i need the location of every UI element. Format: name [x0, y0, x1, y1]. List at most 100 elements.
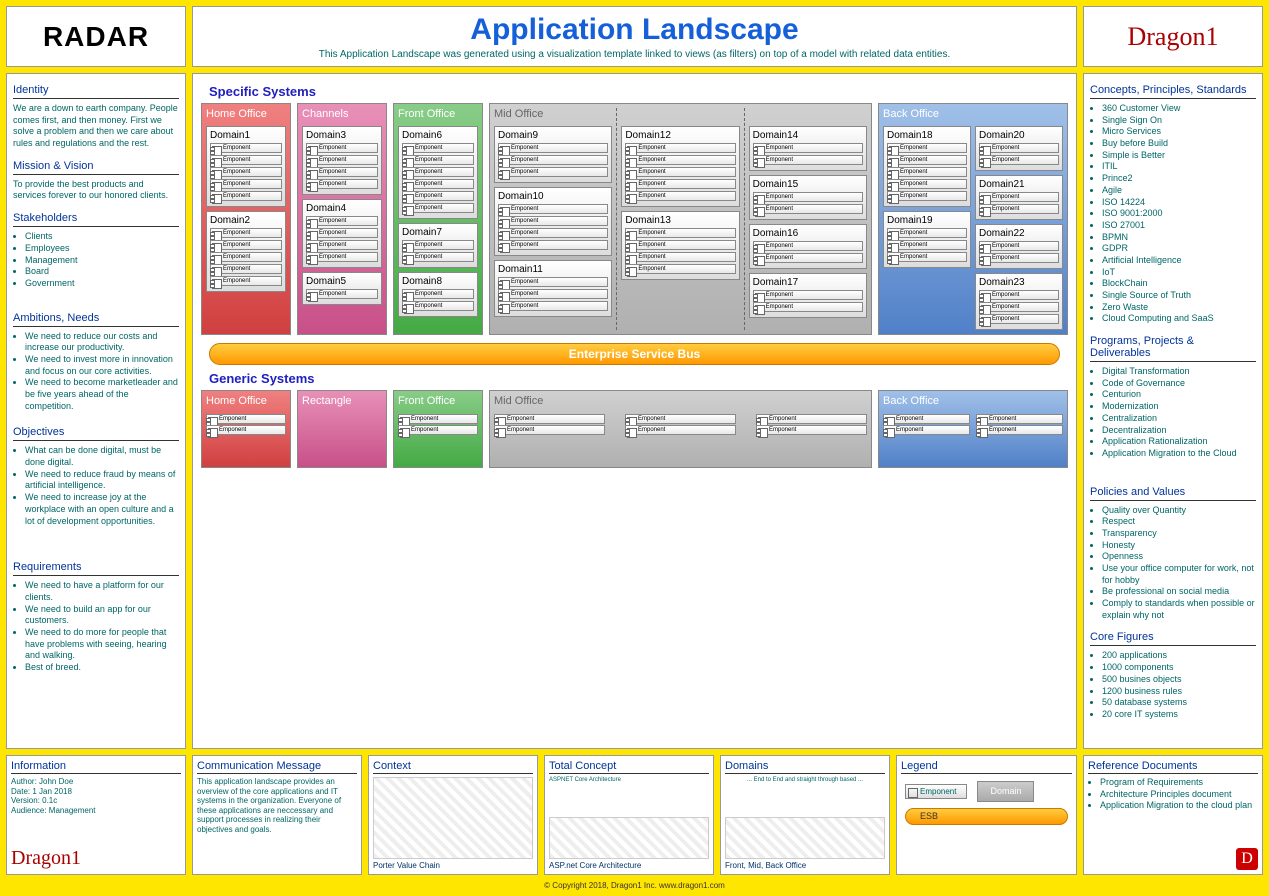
component[interactable]: Emponent: [206, 414, 286, 424]
component[interactable]: Emponent: [210, 191, 282, 201]
component[interactable]: Emponent: [402, 167, 474, 177]
component[interactable]: Emponent: [979, 302, 1059, 312]
component[interactable]: Emponent: [306, 228, 378, 238]
component[interactable]: Emponent: [498, 240, 608, 250]
component[interactable]: Emponent: [498, 143, 608, 153]
component[interactable]: Emponent: [883, 414, 970, 424]
domain14[interactable]: Domain14EmponentEmponent: [749, 126, 867, 171]
component[interactable]: Emponent: [402, 240, 474, 250]
component[interactable]: Emponent: [979, 290, 1059, 300]
component[interactable]: Emponent: [625, 191, 735, 201]
component[interactable]: Emponent: [625, 264, 735, 274]
component[interactable]: Emponent: [979, 204, 1059, 214]
domain15[interactable]: Domain15EmponentEmponent: [749, 175, 867, 220]
component[interactable]: Emponent: [206, 425, 286, 435]
domain8[interactable]: Domain8EmponentEmponent: [398, 272, 478, 317]
component[interactable]: Emponent: [402, 143, 474, 153]
component[interactable]: Emponent: [398, 425, 478, 435]
domain23[interactable]: Domain23EmponentEmponentEmponent: [975, 273, 1063, 330]
component[interactable]: Emponent: [210, 179, 282, 189]
component[interactable]: Emponent: [402, 191, 474, 201]
component[interactable]: Emponent: [498, 155, 608, 165]
component[interactable]: Emponent: [753, 143, 863, 153]
component[interactable]: Emponent: [210, 252, 282, 262]
component[interactable]: Emponent: [498, 301, 608, 311]
component[interactable]: Emponent: [753, 155, 863, 165]
component[interactable]: Emponent: [625, 414, 736, 424]
enterprise-service-bus[interactable]: Enterprise Service Bus: [209, 343, 1060, 365]
component[interactable]: Emponent: [498, 277, 608, 287]
component[interactable]: Emponent: [306, 155, 378, 165]
component[interactable]: Emponent: [979, 314, 1059, 324]
component[interactable]: Emponent: [625, 167, 735, 177]
component[interactable]: Emponent: [402, 289, 474, 299]
domain17[interactable]: Domain17EmponentEmponent: [749, 273, 867, 318]
component[interactable]: Emponent: [306, 179, 378, 189]
component[interactable]: Emponent: [753, 204, 863, 214]
component[interactable]: Emponent: [753, 253, 863, 263]
component[interactable]: Emponent: [210, 143, 282, 153]
component[interactable]: Emponent: [976, 425, 1063, 435]
component[interactable]: Emponent: [498, 167, 608, 177]
component[interactable]: Emponent: [306, 252, 378, 262]
component[interactable]: Emponent: [753, 241, 863, 251]
component[interactable]: Emponent: [210, 240, 282, 250]
component[interactable]: Emponent: [979, 241, 1059, 251]
domain5[interactable]: Domain5Emponent: [302, 272, 382, 305]
component[interactable]: Emponent: [756, 414, 867, 424]
component[interactable]: Emponent: [887, 143, 967, 153]
component[interactable]: Emponent: [498, 228, 608, 238]
component[interactable]: Emponent: [398, 414, 478, 424]
domain19[interactable]: Domain19EmponentEmponentEmponent: [883, 211, 971, 268]
component[interactable]: Emponent: [306, 240, 378, 250]
domain12[interactable]: Domain12EmponentEmponentEmponentEmponent…: [621, 126, 739, 207]
component[interactable]: Emponent: [625, 252, 735, 262]
component[interactable]: Emponent: [887, 228, 967, 238]
component[interactable]: Emponent: [887, 179, 967, 189]
component[interactable]: Emponent: [306, 289, 378, 299]
component[interactable]: Emponent: [625, 425, 736, 435]
component[interactable]: Emponent: [498, 216, 608, 226]
component[interactable]: Emponent: [887, 191, 967, 201]
component[interactable]: Emponent: [883, 425, 970, 435]
domain18[interactable]: Domain18EmponentEmponentEmponentEmponent…: [883, 126, 971, 207]
domain3[interactable]: Domain3EmponentEmponentEmponentEmponent: [302, 126, 382, 195]
component[interactable]: Emponent: [976, 414, 1063, 424]
component[interactable]: Emponent: [210, 155, 282, 165]
component[interactable]: Emponent: [887, 155, 967, 165]
component[interactable]: Emponent: [625, 228, 735, 238]
component[interactable]: Emponent: [402, 179, 474, 189]
component[interactable]: Emponent: [210, 228, 282, 238]
component[interactable]: Emponent: [887, 167, 967, 177]
component[interactable]: Emponent: [402, 252, 474, 262]
component[interactable]: Emponent: [498, 204, 608, 214]
domain10[interactable]: Domain10EmponentEmponentEmponentEmponent: [494, 187, 612, 256]
domain11[interactable]: Domain11EmponentEmponentEmponent: [494, 260, 612, 317]
component[interactable]: Emponent: [979, 155, 1059, 165]
component[interactable]: Emponent: [753, 302, 863, 312]
component[interactable]: Emponent: [306, 216, 378, 226]
component[interactable]: Emponent: [625, 240, 735, 250]
component[interactable]: Emponent: [210, 264, 282, 274]
domain1[interactable]: Domain1EmponentEmponentEmponentEmponentE…: [206, 126, 286, 207]
domain13[interactable]: Domain13EmponentEmponentEmponentEmponent: [621, 211, 739, 280]
component[interactable]: Emponent: [979, 143, 1059, 153]
component[interactable]: Emponent: [402, 301, 474, 311]
component[interactable]: Emponent: [979, 192, 1059, 202]
domain2[interactable]: Domain2EmponentEmponentEmponentEmponentE…: [206, 211, 286, 292]
component[interactable]: Emponent: [753, 290, 863, 300]
component[interactable]: Emponent: [306, 167, 378, 177]
component[interactable]: Emponent: [753, 192, 863, 202]
domain7[interactable]: Domain7EmponentEmponent: [398, 223, 478, 268]
domain22[interactable]: Domain22EmponentEmponent: [975, 224, 1063, 269]
component[interactable]: Emponent: [756, 425, 867, 435]
domain16[interactable]: Domain16EmponentEmponent: [749, 224, 867, 269]
component[interactable]: Emponent: [625, 179, 735, 189]
component[interactable]: Emponent: [210, 276, 282, 286]
component[interactable]: Emponent: [210, 167, 282, 177]
domain9[interactable]: Domain9EmponentEmponentEmponent: [494, 126, 612, 183]
component[interactable]: Emponent: [625, 143, 735, 153]
domain20[interactable]: Domain20EmponentEmponent: [975, 126, 1063, 171]
component[interactable]: Emponent: [887, 252, 967, 262]
component[interactable]: Emponent: [625, 155, 735, 165]
